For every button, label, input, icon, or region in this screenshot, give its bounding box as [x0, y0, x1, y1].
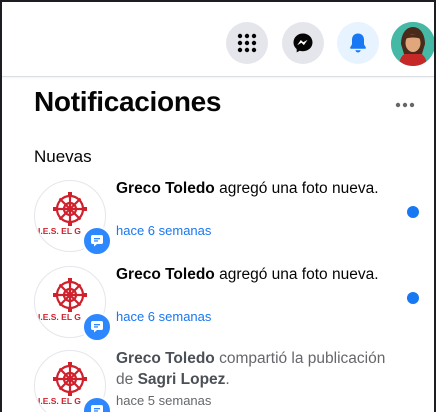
notification-text: Greco Toledo agregó una foto nueva.	[116, 178, 386, 199]
grid-menu-icon	[237, 33, 257, 53]
notifications-button[interactable]	[337, 22, 379, 64]
notification-action: agregó una foto nueva.	[214, 180, 379, 197]
logo-text: I.E.S. EL G	[38, 226, 81, 236]
notification-actor: Greco Toledo	[116, 266, 215, 283]
menu-button[interactable]	[226, 22, 268, 64]
unread-dot	[407, 292, 419, 304]
notification-text: Greco Toledo compartió la publicación de…	[116, 348, 386, 390]
notification-item[interactable]: I.E.S. EL G Greco Toledo agregó una foto…	[32, 178, 432, 260]
notification-actor: Greco Toledo	[116, 350, 215, 367]
notification-time: hace 5 semanas	[116, 393, 212, 408]
comment-badge-icon	[91, 321, 103, 333]
more-options-button[interactable]	[388, 92, 422, 118]
page-title: Notificaciones	[34, 86, 222, 117]
logo-text: I.E.S. EL G	[38, 312, 81, 322]
notification-item[interactable]: I.E.S. EL G Greco Toledo agregó una foto…	[32, 264, 432, 346]
notification-text: Greco Toledo agregó una foto nueva.	[116, 264, 386, 285]
messenger-button[interactable]	[282, 22, 324, 64]
messenger-icon	[293, 33, 313, 53]
notification-action: agregó una foto nueva.	[214, 266, 379, 283]
notification-target: Sagri Lopez	[137, 371, 226, 388]
notification-suffix: .	[225, 371, 230, 388]
top-bar	[2, 2, 434, 77]
user-avatar[interactable]	[391, 22, 434, 66]
notification-actor: Greco Toledo	[116, 180, 215, 197]
logo-text: I.E.S. EL G	[38, 396, 81, 406]
notification-time: hace 6 semanas	[116, 223, 212, 238]
comment-badge-icon	[91, 405, 103, 412]
notification-item[interactable]: I.E.S. EL G Greco Toledo compartió la pu…	[32, 348, 432, 412]
unread-dot	[407, 206, 419, 218]
user-avatar-image	[391, 22, 434, 66]
comment-badge	[82, 226, 112, 256]
notification-time: hace 6 semanas	[116, 309, 212, 324]
notifications-panel: Notificaciones Nuevas I.E.S. EL G Greco …	[0, 0, 436, 412]
section-new-label: Nuevas	[34, 147, 92, 166]
comment-badge-icon	[91, 235, 103, 247]
bell-icon	[350, 33, 366, 53]
comment-badge	[82, 312, 112, 342]
ellipsis-icon	[395, 102, 415, 108]
